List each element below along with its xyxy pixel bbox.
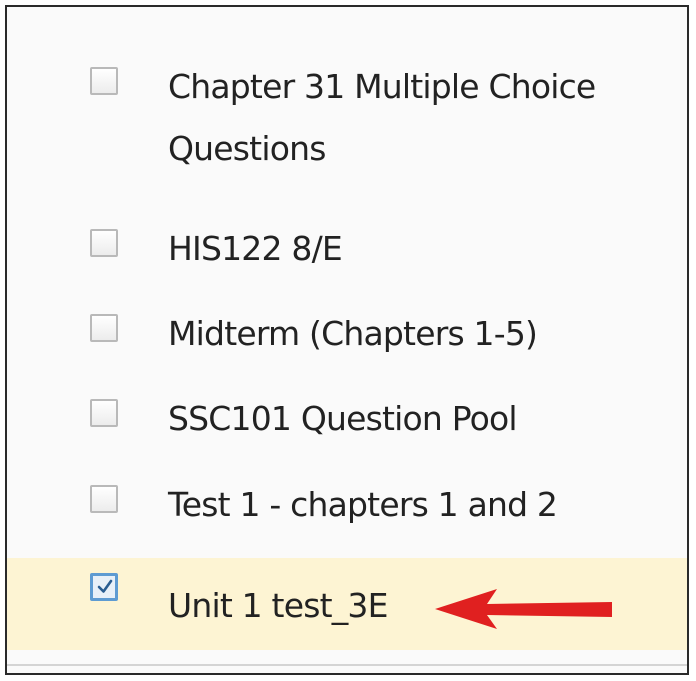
item-label: Unit 1 test_3E xyxy=(168,586,388,625)
item-label: HIS122 8/E xyxy=(168,229,343,268)
question-pool-list: Questions Chapter 31 Multiple Choice Que… xyxy=(7,7,687,673)
partial-item-label: Questions xyxy=(168,7,326,22)
item-label: Test 1 - chapters 1 and 2 xyxy=(168,485,558,524)
item-checkbox[interactable] xyxy=(90,229,118,257)
list-item[interactable]: Test 1 - chapters 1 and 2 xyxy=(7,474,687,542)
item-checkbox[interactable] xyxy=(90,485,118,513)
item-checkbox-checked[interactable] xyxy=(90,573,118,601)
red-arrow-left-icon xyxy=(435,589,612,629)
item-label: Midterm (Chapters 1-5) xyxy=(168,314,538,353)
list-item[interactable]: Chapter 31 Multiple Choice Questions xyxy=(7,56,687,180)
assessment-list-panel: Questions Chapter 31 Multiple Choice Que… xyxy=(5,5,689,675)
item-label: SSC101 Question Pool xyxy=(168,399,518,438)
item-checkbox[interactable] xyxy=(90,67,118,95)
item-checkbox[interactable] xyxy=(90,314,118,342)
item-checkbox[interactable] xyxy=(90,399,118,427)
item-label: Chapter 31 Multiple Choice Questions xyxy=(168,67,596,168)
list-item[interactable]: HIS122 8/E xyxy=(7,218,687,286)
checkmark-icon xyxy=(97,579,113,593)
divider xyxy=(7,664,687,666)
list-item[interactable]: Midterm (Chapters 1-5) xyxy=(7,303,687,371)
list-item[interactable]: SSC101 Question Pool xyxy=(7,388,687,456)
